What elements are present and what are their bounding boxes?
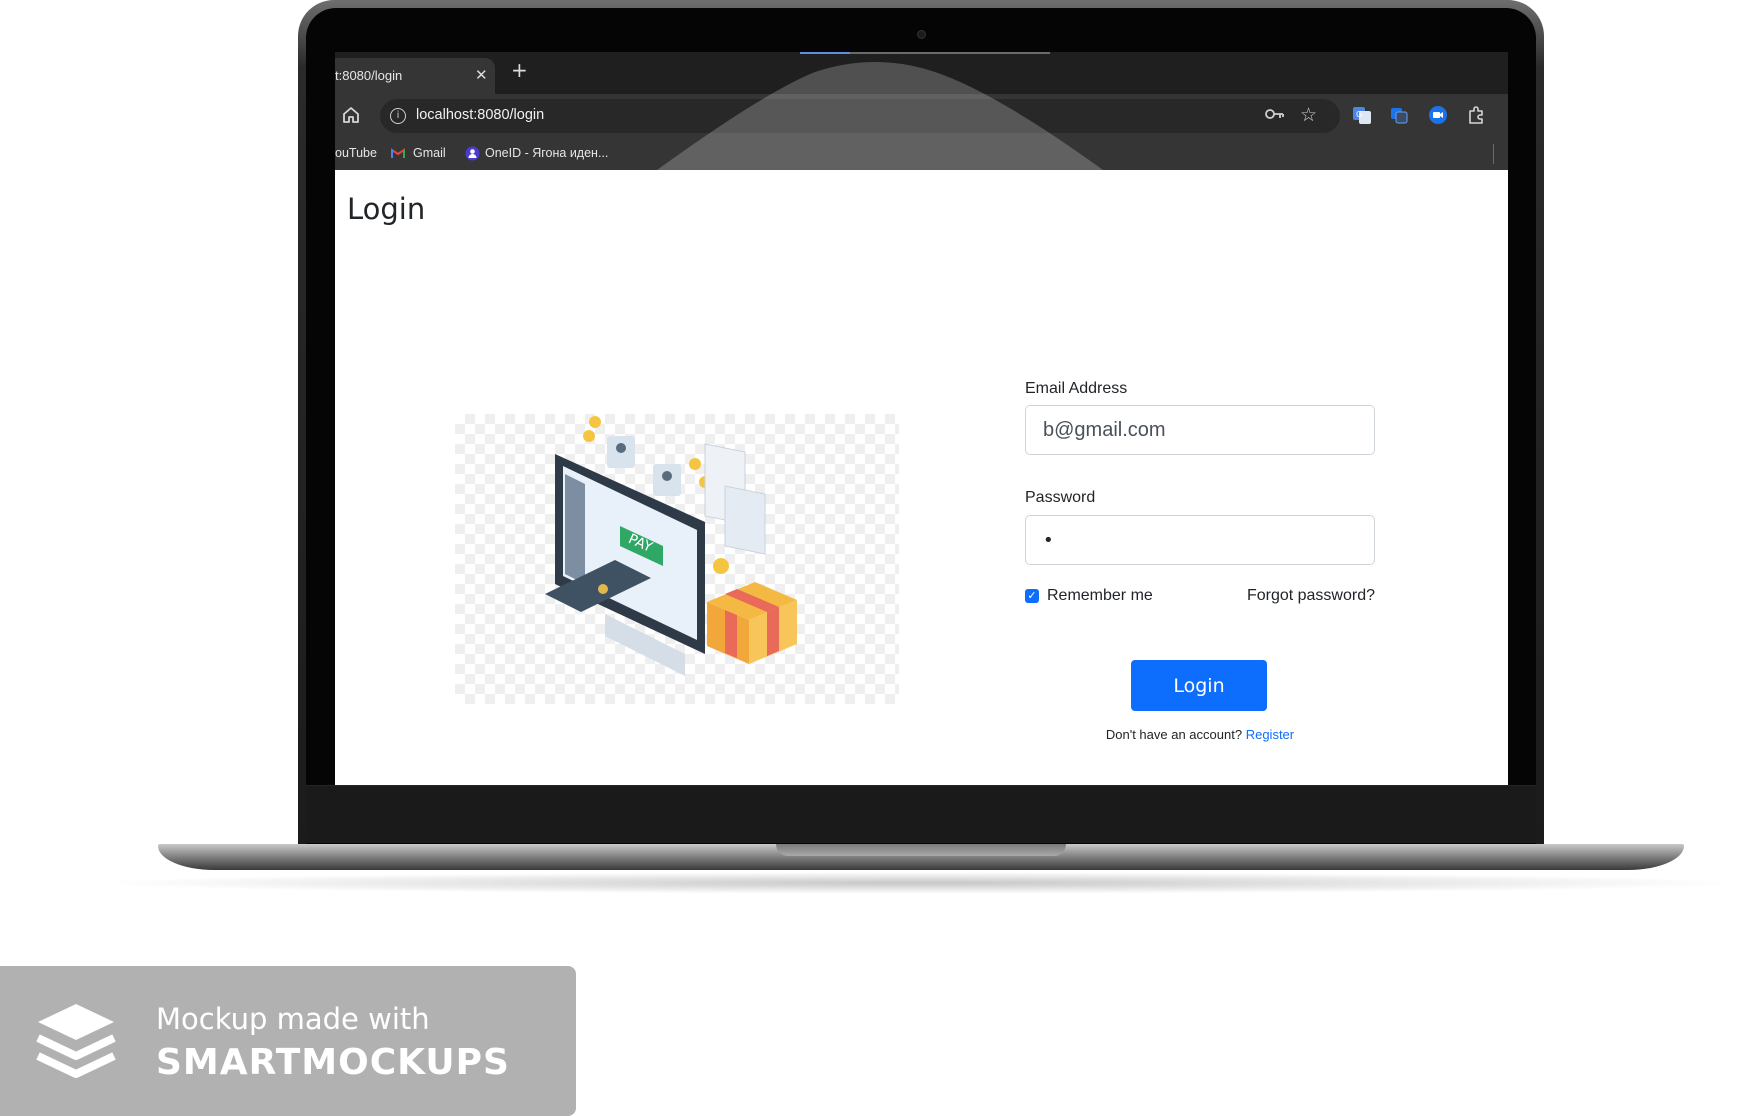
register-prompt: Don't have an account? Register [1025,727,1375,742]
laptop-screen: t:8080/login ✕ + i localhost:8080/login … [335,52,1508,785]
layers-logo-icon [36,1004,116,1078]
screen-glare [657,62,1103,170]
laptop-chin [306,785,1536,843]
password-label: Password [1025,489,1096,506]
laptop-hinge-notch [776,844,1066,856]
password-input[interactable]: • [1025,515,1375,565]
remember-me[interactable]: ✓ Remember me [1025,587,1153,605]
register-prompt-text: Don't have an account? [1105,727,1243,742]
watermark-brand: SMARTMOCKUPS [156,1042,510,1083]
pay-terminal-illustration: PAY [545,416,797,676]
email-input[interactable] [1025,405,1375,455]
email-label: Email Address [1025,380,1128,397]
smartmockups-watermark: Mockup made with SMARTMOCKUPS [0,966,576,1116]
login-button[interactable]: Login [1131,660,1267,711]
remember-checkbox[interactable]: ✓ [1025,589,1039,603]
mockup-stage: t:8080/login ✕ + i localhost:8080/login … [0,0,1755,1116]
laptop-shadow [90,872,1750,894]
login-page: Login PAY Email Address b@gmail.com Pass… [335,170,1508,785]
payment-illustration: PAY [455,414,899,704]
remember-label: Remember me [1047,587,1153,604]
password-mask: • [1043,529,1056,551]
watermark-line1: Mockup made with [156,1002,430,1036]
forgot-password-link[interactable]: Forgot password? [1247,587,1375,605]
register-link[interactable]: Register [1246,727,1294,742]
page-title: Login [347,192,426,226]
webcam-icon [917,30,926,39]
